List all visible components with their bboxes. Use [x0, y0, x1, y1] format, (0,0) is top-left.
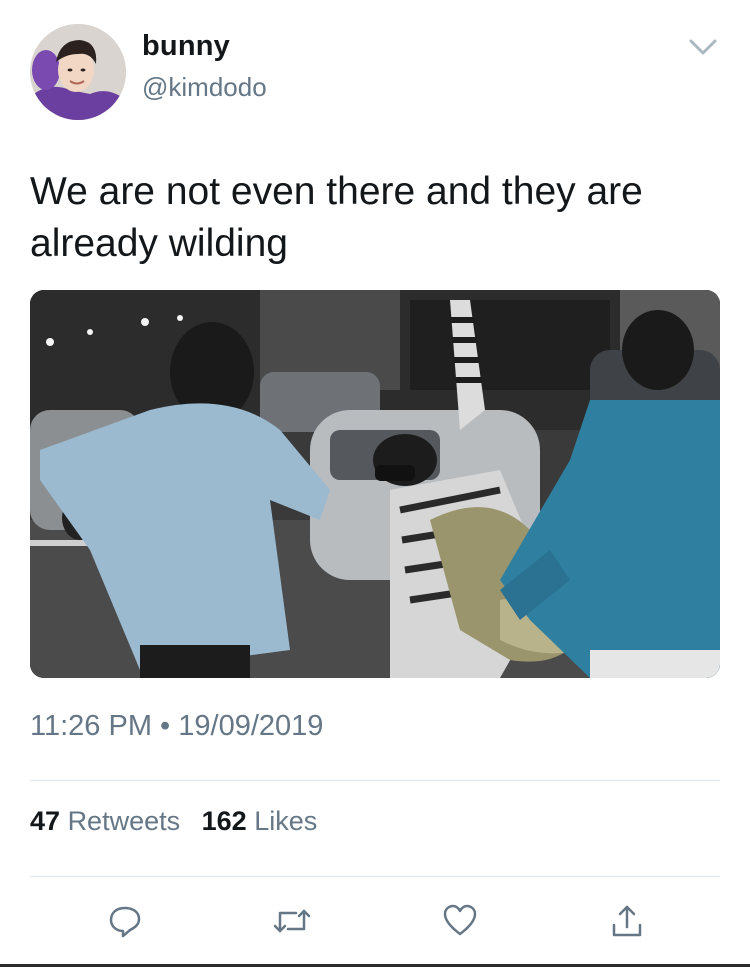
- share-icon[interactable]: [602, 896, 652, 946]
- chevron-down-icon[interactable]: [686, 30, 720, 64]
- tweet-photo[interactable]: [30, 290, 720, 678]
- retweet-icon[interactable]: [267, 896, 317, 946]
- retweets-stat[interactable]: 47 Retweets: [30, 806, 180, 837]
- reply-icon[interactable]: [100, 896, 150, 946]
- likes-stat[interactable]: 162 Likes: [202, 806, 318, 837]
- likes-count: 162: [201, 806, 247, 836]
- retweets-label: Retweets: [67, 806, 181, 836]
- tweet-stats: 47 Retweets 162 Likes: [30, 806, 331, 837]
- divider: [30, 876, 720, 877]
- user-handle[interactable]: @kimdodo: [142, 72, 267, 103]
- tweet-date: 19/09/2019: [178, 710, 324, 742]
- tweet-actions: [30, 896, 720, 946]
- tweet-detail: bunny @kimdodo We are not even there and…: [0, 0, 750, 967]
- tweet-header: bunny @kimdodo: [30, 24, 720, 124]
- tweet-time: 11:26 PM: [30, 710, 152, 742]
- retweets-count: 47: [30, 806, 61, 836]
- tweet-text: We are not even there and they are alrea…: [30, 170, 643, 265]
- tweet-timestamp[interactable]: 11:26 PM • 19/09/2019: [30, 710, 323, 743]
- divider: [30, 780, 720, 781]
- heart-icon[interactable]: [435, 896, 485, 946]
- display-name[interactable]: bunny: [142, 30, 230, 63]
- timestamp-separator: •: [160, 710, 171, 742]
- avatar[interactable]: [30, 24, 126, 120]
- likes-label: Likes: [254, 806, 318, 836]
